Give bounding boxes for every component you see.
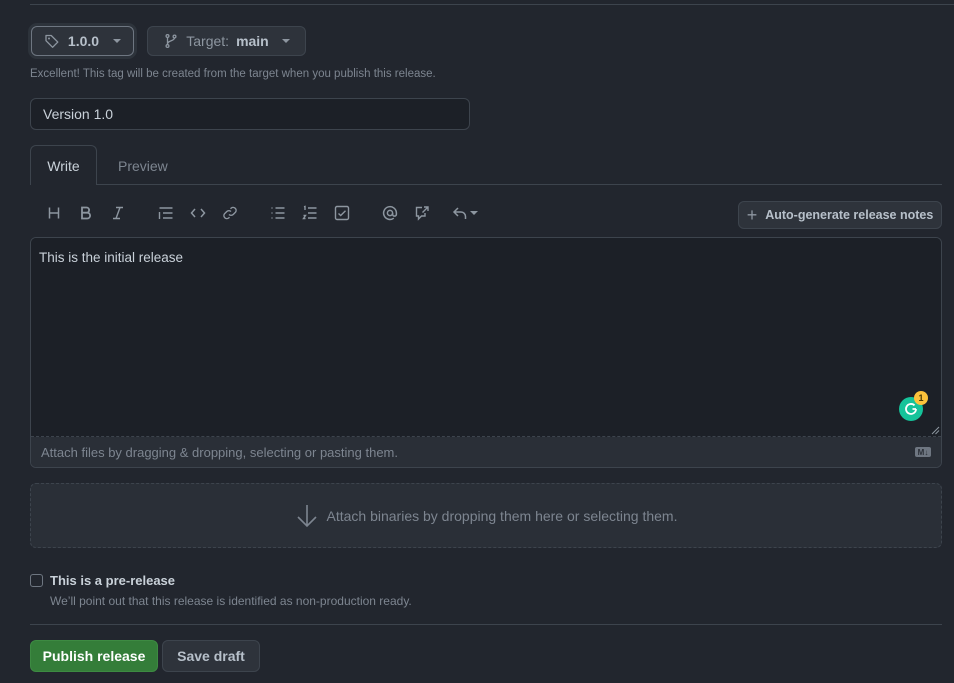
chevron-down-icon	[470, 211, 478, 215]
task-list-button[interactable]	[332, 203, 352, 223]
unordered-list-button[interactable]	[268, 203, 288, 223]
cross-reference-button[interactable]	[412, 203, 432, 223]
heading-button[interactable]	[44, 203, 64, 223]
save-draft-button[interactable]: Save draft	[162, 640, 260, 672]
saved-replies-button[interactable]	[450, 203, 480, 223]
actions-divider	[30, 624, 942, 625]
link-icon	[223, 206, 237, 220]
tag-value: 1.0.0	[67, 33, 100, 49]
attach-files-hint: Attach files by dragging & dropping, sel…	[41, 445, 398, 460]
target-label: Target:	[186, 33, 230, 49]
binaries-dropzone-text: Attach binaries by dropping them here or…	[326, 507, 678, 524]
git-branch-icon	[163, 33, 179, 49]
tag-hint: Excellent! This tag will be created from…	[30, 68, 436, 80]
markdown-icon[interactable]: M↓	[915, 447, 931, 457]
arrow-down-icon	[296, 504, 317, 527]
auto-generate-label: Auto-generate release notes	[765, 208, 934, 222]
mention-icon	[382, 205, 398, 221]
tag-select-button[interactable]: 1.0.0	[31, 26, 134, 56]
tabs-divider	[30, 184, 942, 185]
code-icon	[190, 208, 206, 218]
target-value: main	[236, 33, 269, 49]
italic-icon	[113, 206, 123, 220]
list-ordered-icon	[302, 205, 317, 220]
tasklist-icon	[334, 205, 350, 221]
plus-icon: +	[746, 205, 758, 225]
publish-release-button[interactable]: Publish release	[30, 640, 158, 672]
resize-handle-icon[interactable]	[931, 426, 940, 435]
chevron-down-icon	[281, 39, 290, 43]
attach-files-bar[interactable]: Attach files by dragging & dropping, sel…	[31, 437, 941, 467]
chevron-down-icon	[113, 39, 122, 43]
reply-icon	[452, 207, 467, 219]
top-divider	[30, 4, 954, 5]
tab-write[interactable]: Write	[30, 145, 97, 185]
grammarly-icon	[905, 403, 917, 415]
tag-icon	[44, 33, 60, 49]
prerelease-checkbox[interactable]	[30, 574, 43, 587]
tab-preview[interactable]: Preview	[118, 158, 168, 174]
prerelease-label[interactable]: This is a pre-release	[50, 573, 175, 588]
ordered-list-button[interactable]	[300, 203, 320, 223]
bold-icon	[81, 206, 91, 220]
target-branch-button[interactable]: Target: main	[147, 26, 306, 56]
bold-button[interactable]	[76, 203, 96, 223]
prerelease-description: We’ll point out that this release is ide…	[50, 594, 412, 608]
auto-generate-notes-button[interactable]: + Auto-generate release notes	[738, 201, 942, 229]
quote-icon	[158, 207, 173, 219]
release-notes-editor: Attach files by dragging & dropping, sel…	[30, 237, 942, 468]
mention-button[interactable]	[380, 203, 400, 223]
link-button[interactable]	[220, 203, 240, 223]
code-button[interactable]	[188, 203, 208, 223]
quote-button[interactable]	[156, 203, 176, 223]
heading-icon	[48, 207, 60, 219]
release-title-input[interactable]	[30, 98, 470, 130]
release-notes-textarea[interactable]	[31, 238, 941, 437]
grammarly-count-badge: 1	[914, 391, 928, 405]
cross-reference-icon	[415, 206, 429, 221]
italic-button[interactable]	[108, 203, 128, 223]
list-unordered-icon	[271, 207, 285, 219]
binaries-dropzone[interactable]: Attach binaries by dropping them here or…	[30, 483, 942, 548]
